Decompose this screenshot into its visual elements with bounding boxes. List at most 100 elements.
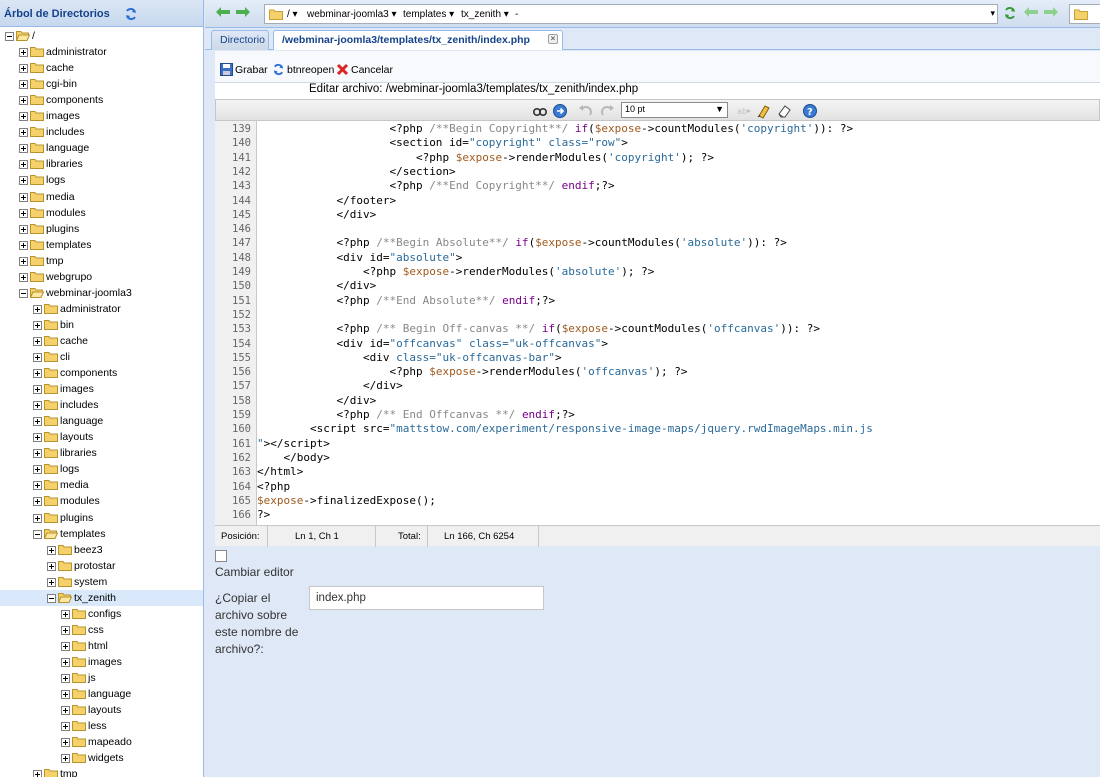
tree-item[interactable]: tmp — [0, 253, 203, 269]
expand-toggle-icon[interactable] — [19, 128, 28, 138]
tree-item[interactable]: system — [0, 574, 203, 590]
expand-toggle-icon[interactable] — [33, 770, 42, 777]
highlight-toggle-icon[interactable] — [756, 103, 772, 119]
path-crumb-tx-zenith[interactable]: tx_zenith ▾ — [461, 9, 509, 20]
tree-item[interactable]: tmp — [0, 766, 203, 777]
collapse-toggle-icon[interactable] — [47, 593, 56, 603]
tree-item[interactable]: less — [0, 718, 203, 734]
close-icon[interactable]: × — [548, 34, 558, 44]
expand-toggle-icon[interactable] — [61, 641, 70, 651]
path-crumb-templates[interactable]: templates ▾ — [403, 9, 454, 20]
expand-toggle-icon[interactable] — [33, 465, 42, 475]
tree-item[interactable]: html — [0, 638, 203, 654]
expand-toggle-icon[interactable] — [33, 401, 42, 411]
tree-item[interactable]: media — [0, 189, 203, 205]
tree-item[interactable]: logs — [0, 172, 203, 188]
tree-item[interactable]: plugins — [0, 510, 203, 526]
path-crumb-dash[interactable]: - — [515, 9, 518, 20]
expand-toggle-icon[interactable] — [33, 449, 42, 459]
expand-toggle-icon[interactable] — [19, 64, 28, 74]
tree-item[interactable]: cli — [0, 349, 203, 365]
expand-toggle-icon[interactable] — [47, 577, 56, 587]
expand-toggle-icon[interactable] — [33, 385, 42, 395]
tree-item[interactable]: bin — [0, 317, 203, 333]
expand-toggle-icon[interactable] — [19, 80, 28, 90]
expand-toggle-icon[interactable] — [19, 176, 28, 186]
tree-item[interactable]: logs — [0, 461, 203, 477]
expand-toggle-icon[interactable] — [19, 144, 28, 154]
expand-toggle-icon[interactable] — [19, 96, 28, 106]
tree-item[interactable]: language — [0, 140, 203, 156]
tree-item[interactable]: components — [0, 365, 203, 381]
tree-item[interactable]: images — [0, 381, 203, 397]
collapse-toggle-icon[interactable] — [33, 529, 42, 539]
path-selector[interactable]: / ▾ webminar-joomla3 ▾ templates ▾ tx_ze… — [264, 4, 998, 24]
undo-icon[interactable] — [578, 103, 594, 119]
expand-toggle-icon[interactable] — [19, 48, 28, 58]
tree-item[interactable]: beez3 — [0, 542, 203, 558]
expand-toggle-icon[interactable] — [19, 272, 28, 282]
expand-toggle-icon[interactable] — [19, 256, 28, 266]
tree-item[interactable]: modules — [0, 205, 203, 221]
tree-item[interactable]: protostar — [0, 558, 203, 574]
expand-toggle-icon[interactable] — [19, 224, 28, 234]
back-arrow-icon[interactable] — [1023, 6, 1039, 21]
eraser-icon[interactable] — [776, 103, 792, 119]
help-icon[interactable]: ? — [802, 103, 818, 119]
reopen-button[interactable]: btnreopen — [272, 63, 334, 76]
tree-item[interactable]: language — [0, 686, 203, 702]
tree-item[interactable]: images — [0, 654, 203, 670]
tree-item[interactable]: / — [0, 28, 203, 44]
tree-item[interactable]: css — [0, 622, 203, 638]
expand-toggle-icon[interactable] — [33, 497, 42, 507]
refresh-icon[interactable] — [124, 7, 138, 24]
expand-toggle-icon[interactable] — [19, 208, 28, 218]
expand-toggle-icon[interactable] — [33, 433, 42, 443]
collapse-toggle-icon[interactable] — [19, 288, 28, 298]
path-crumb-webminar[interactable]: webminar-joomla3 ▾ — [307, 9, 397, 20]
tree-item[interactable]: cgi-bin — [0, 76, 203, 92]
expand-toggle-icon[interactable] — [33, 320, 42, 330]
expand-toggle-icon[interactable] — [61, 738, 70, 748]
refresh-green-icon[interactable] — [1003, 6, 1017, 23]
tree-item[interactable]: includes — [0, 124, 203, 140]
expand-toggle-icon[interactable] — [61, 657, 70, 667]
save-button[interactable]: Grabar — [220, 63, 268, 76]
expand-toggle-icon[interactable] — [61, 706, 70, 716]
expand-toggle-icon[interactable] — [61, 754, 70, 764]
tree-item[interactable]: components — [0, 92, 203, 108]
expand-toggle-icon[interactable] — [33, 336, 42, 346]
tree-item[interactable]: layouts — [0, 429, 203, 445]
path-crumb-root[interactable]: / ▾ — [287, 9, 298, 20]
expand-toggle-icon[interactable] — [33, 417, 42, 427]
expand-toggle-icon[interactable] — [61, 690, 70, 700]
tree-item[interactable]: modules — [0, 493, 203, 509]
change-editor-checkbox[interactable] — [215, 550, 227, 562]
replace-icon[interactable]: ab — [736, 103, 752, 119]
font-size-select[interactable]: 10 pt ▼ — [621, 102, 728, 118]
collapse-toggle-icon[interactable] — [5, 32, 14, 41]
expand-toggle-icon[interactable] — [33, 481, 42, 491]
tree-item[interactable]: includes — [0, 397, 203, 413]
tree-item[interactable]: plugins — [0, 221, 203, 237]
tree-item[interactable]: js — [0, 670, 203, 686]
chevron-down-icon[interactable]: ▾ — [990, 8, 995, 19]
redo-icon[interactable] — [599, 103, 615, 119]
expand-toggle-icon[interactable] — [19, 112, 28, 122]
expand-toggle-icon[interactable] — [47, 545, 56, 555]
tree-item[interactable]: language — [0, 413, 203, 429]
tree-item[interactable]: images — [0, 108, 203, 124]
tree-item[interactable]: widgets — [0, 750, 203, 766]
tree-item[interactable]: cache — [0, 333, 203, 349]
tree-item[interactable]: cache — [0, 60, 203, 76]
expand-toggle-icon[interactable] — [61, 674, 70, 683]
code-editor[interactable]: 139 140 141 142 143 144 145 146 147 148 149 150 151 1… — [215, 121, 1100, 525]
expand-toggle-icon[interactable] — [19, 160, 28, 170]
expand-toggle-icon[interactable] — [19, 240, 28, 250]
tree-item[interactable]: tx_zenith — [0, 589, 203, 606]
tree-item[interactable]: templates — [0, 237, 203, 253]
find-icon[interactable] — [532, 103, 548, 119]
go-to-line-icon[interactable] — [552, 103, 568, 119]
expand-toggle-icon[interactable] — [61, 722, 70, 732]
expand-toggle-icon[interactable] — [33, 353, 42, 362]
